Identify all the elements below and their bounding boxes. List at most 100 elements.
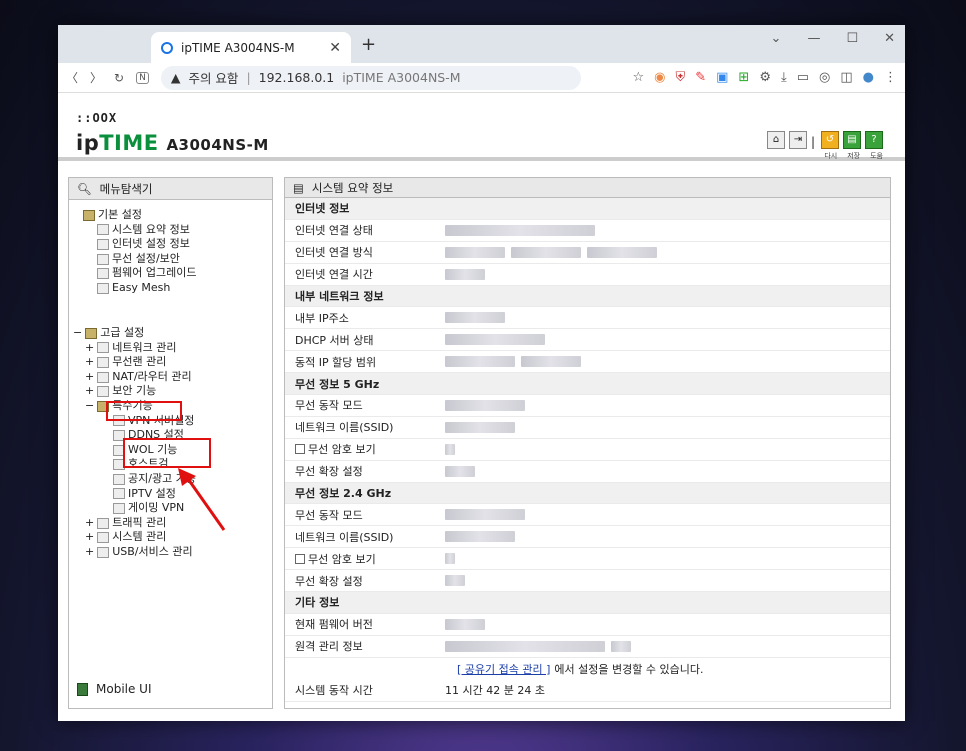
menu-item[interactable]: Easy Mesh [83, 281, 196, 296]
extension-icon[interactable]: ◉ [654, 70, 665, 85]
blurred-text [521, 356, 581, 368]
menu-item-label: 무선랜 관리 [112, 355, 167, 369]
info-label: 원격 관리 정보 [285, 638, 445, 654]
mobile-ui-link[interactable]: Mobile UI [77, 682, 152, 696]
info-label[interactable]: 무선 암호 보기 [285, 441, 445, 457]
chart-icon [97, 532, 110, 544]
info-row: 무선 확장 설정 [285, 461, 890, 483]
cast-icon[interactable]: ▭ [797, 70, 809, 85]
menu-title: 메뉴탐색기 [99, 181, 153, 196]
url-text: 192.168.0.1 [258, 70, 335, 85]
help-label: 도움 [870, 152, 883, 160]
menu-item-label: 펌웨어 업그레이드 [112, 266, 197, 280]
monitor-icon [97, 238, 109, 250]
blurred-text [445, 399, 525, 411]
menu-item[interactable]: + 보안 기능 [73, 384, 196, 399]
refresh-icon[interactable]: ↺ [821, 131, 839, 149]
blurred-text [445, 356, 515, 368]
info-label[interactable]: 무선 암호 보기 [285, 551, 445, 567]
basic-settings[interactable]: 기본 설정 [83, 208, 196, 223]
browser-tab[interactable]: ipTIME A3004NS-M ✕ [151, 32, 351, 63]
menu-item-label: NAT/라우터 관리 [112, 369, 192, 383]
menu-item[interactable]: + 무선랜 관리 [73, 355, 196, 370]
menu-item[interactable]: 무선 설정/보안 [83, 252, 196, 267]
access-management-link[interactable]: [ 공유기 접속 관리 ] [457, 661, 550, 677]
menu-item[interactable]: 시스템 요약 정보 [83, 223, 196, 238]
help-icon[interactable]: ? [865, 131, 883, 149]
router-icon [97, 371, 110, 383]
close-tab-icon[interactable]: ✕ [329, 40, 341, 56]
new-tab-button[interactable]: + [361, 34, 376, 55]
info-label: 현재 펌웨어 버전 [285, 616, 445, 632]
info-label-text: 인터넷 연결 방식 [295, 246, 373, 260]
wifi-icon [97, 253, 109, 265]
star-icon[interactable]: ☆ [632, 70, 644, 85]
n-icon[interactable]: N [136, 71, 149, 84]
menu-item[interactable]: + NAT/라우터 관리 [73, 370, 196, 385]
home-icon[interactable]: ⌂ [767, 131, 785, 149]
translate-icon[interactable]: ▣ [716, 70, 728, 85]
advanced-settings[interactable]: − 고급 설정 [73, 326, 196, 341]
redacted-value [445, 334, 890, 346]
chart-icon [97, 224, 109, 236]
blurred-text [445, 443, 455, 455]
plus-box-icon[interactable]: ⊞ [738, 70, 749, 85]
maximize-icon[interactable]: ☐ [846, 31, 858, 46]
menu-item-label: 무선 설정/보안 [112, 251, 180, 265]
logo-time: TIME [99, 131, 159, 155]
info-icon: ▤ [293, 180, 304, 195]
window-controls: ⌄ — ☐ ✕ [771, 31, 895, 46]
more-icon[interactable]: ⋮ [884, 70, 897, 85]
extensions: ☆ ◉ ⛨ ✎ ▣ ⊞ ⚙ ⤓ ▭ ◎ ◫ ● ⋮ [632, 70, 897, 85]
avatar[interactable]: ● [863, 70, 874, 85]
info-label: 무선 동작 모드 [285, 397, 445, 413]
expand-icon: + [85, 384, 95, 398]
menu-item[interactable]: + 네트워크 관리 [73, 341, 196, 356]
address-bar[interactable]: ▲ 주의 요함 | 192.168.0.1 ipTIME A3004NS-M [160, 65, 581, 90]
reload-icon[interactable]: ↻ [114, 71, 124, 85]
folder-icon [83, 209, 95, 221]
info-row: 내부 IP주소 [285, 307, 890, 330]
info-label-text: 네트워크 이름(SSID) [295, 530, 394, 544]
info-label: 인터넷 연결 방식 [285, 244, 445, 260]
save-icon[interactable]: ▤ [843, 131, 861, 149]
page-icon [113, 488, 125, 500]
section-header: 내부 네트워크 정보 [285, 285, 890, 308]
password-checkbox[interactable] [295, 553, 305, 564]
redacted-value [445, 618, 890, 630]
redacted-value [445, 224, 890, 236]
download-icon[interactable]: ⤓ [781, 70, 787, 85]
chevron-down-icon[interactable]: ⌄ [771, 31, 782, 46]
blurred-text [445, 312, 505, 324]
page-icon [113, 502, 125, 514]
info-row: 무선 동작 모드 [285, 395, 890, 417]
eyedropper-icon[interactable]: ✎ [695, 70, 706, 85]
menu-item[interactable]: + USB/서비스 관리 [73, 545, 196, 560]
password-checkbox[interactable] [295, 444, 305, 455]
page-header: ::OOX ipTIME A3004NS-M ⌂ ⇥ | ↺ ▤ ? 다시 저장… [58, 93, 905, 161]
logo: ipTIME A3004NS-M [76, 131, 269, 155]
redacted-value [445, 509, 890, 521]
blurred-text [445, 465, 475, 477]
close-icon[interactable]: ✕ [884, 31, 895, 46]
basic-tree: 기본 설정 시스템 요약 정보 인터넷 설정 정보 무선 설정/보안 펌웨어 업… [83, 208, 196, 296]
camera-icon[interactable]: ◎ [819, 70, 830, 85]
shield-icon[interactable]: ⛨ [675, 70, 685, 85]
forward-icon[interactable]: 〉 [90, 69, 102, 86]
section-header: 기타 정보 [285, 592, 890, 614]
info-label-text: DHCP 서버 상태 [295, 333, 374, 347]
uptime-row: 시스템 동작 시간 11 시간 42 분 24 초 [285, 680, 890, 702]
model-name: A3004NS-M [166, 136, 269, 154]
info-row: 인터넷 연결 시간 [285, 264, 890, 286]
sidepanel-icon[interactable]: ◫ [840, 70, 852, 85]
expand-icon: + [85, 355, 95, 369]
network-icon [97, 342, 110, 354]
menu-item-label: 인터넷 설정 정보 [112, 237, 190, 251]
puzzle-icon[interactable]: ⚙ [759, 70, 771, 85]
menu-item[interactable]: 펌웨어 업그레이드 [83, 266, 196, 281]
back-icon[interactable]: 〈 [66, 69, 78, 86]
logout-icon[interactable]: ⇥ [789, 131, 807, 149]
info-row: 무선 확장 설정 [285, 570, 890, 593]
minimize-icon[interactable]: — [807, 31, 820, 46]
menu-item[interactable]: 인터넷 설정 정보 [83, 237, 196, 252]
